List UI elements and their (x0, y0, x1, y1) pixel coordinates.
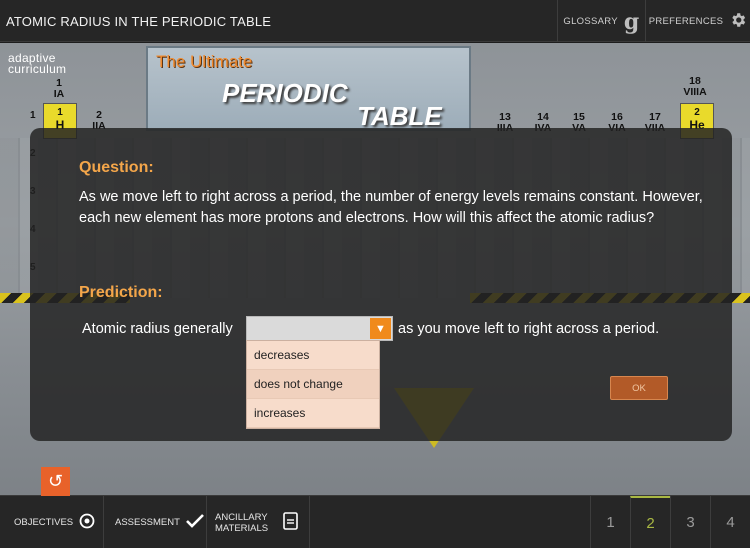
prediction-prefix: Atomic radius generally (82, 321, 233, 337)
page-1-button[interactable]: 1 (590, 496, 630, 548)
period-number: 1 (30, 110, 36, 121)
page-2-button[interactable]: 2 (630, 496, 670, 548)
objectives-button[interactable]: OBJECTIVES (0, 496, 104, 548)
preferences-label: PREFERENCES (648, 15, 724, 27)
assessment-button[interactable]: ASSESSMENT (104, 496, 207, 548)
target-icon (79, 513, 95, 532)
prediction-suffix: as you move left to right across a perio… (398, 321, 660, 337)
bottom-bar: OBJECTIVES ASSESSMENT ANCILLARY MATERIAL… (0, 495, 750, 548)
reset-button[interactable]: ↺ (41, 467, 70, 496)
assessment-label: ASSESSMENT (115, 517, 180, 528)
group-header: 1 IA (53, 77, 65, 100)
page-4-button[interactable]: 4 (710, 496, 750, 548)
page-3-button[interactable]: 3 (670, 496, 710, 548)
glossary-label: GLOSSARY (563, 15, 618, 27)
checkmark-icon (186, 514, 204, 531)
ancillary-label: ANCILLARY MATERIALS (215, 511, 269, 534)
question-modal: Question: As we move left to right acros… (30, 128, 732, 441)
objectives-label: OBJECTIVES (14, 517, 74, 528)
question-heading: Question: (79, 159, 154, 176)
glossary-icon: g (623, 9, 640, 35)
prediction-heading: Prediction: (79, 284, 163, 301)
adaptive-curriculum-logo: adaptive curriculum (8, 51, 67, 76)
preferences-button[interactable]: PREFERENCES (645, 0, 750, 42)
prediction-select[interactable]: ▼ (246, 316, 393, 341)
title-periodic: PERIODIC (222, 78, 348, 108)
gear-icon (729, 11, 747, 32)
option-does-not-change[interactable]: does not change (247, 370, 379, 399)
top-bar: ATOMIC RADIUS IN THE PERIODIC TABLE GLOS… (0, 0, 750, 42)
document-icon (283, 512, 298, 533)
question-text: As we move left to right across a period… (79, 189, 703, 226)
ok-button[interactable]: OK (610, 376, 668, 400)
glossary-button[interactable]: GLOSSARY g (557, 0, 645, 42)
app-title: ATOMIC RADIUS IN THE PERIODIC TABLE (6, 14, 272, 29)
option-decreases[interactable]: decreases (247, 341, 379, 370)
option-increases[interactable]: increases (247, 399, 379, 428)
reset-icon: ↺ (47, 471, 64, 491)
group-header: 18 VIIIA (683, 75, 707, 98)
prediction-dropdown: decreases does not change increases (246, 340, 380, 429)
chevron-down-icon[interactable]: ▼ (370, 318, 391, 339)
title-small: The Ultimate (156, 52, 253, 71)
ancillary-materials-button[interactable]: ANCILLARY MATERIALS (207, 496, 310, 548)
